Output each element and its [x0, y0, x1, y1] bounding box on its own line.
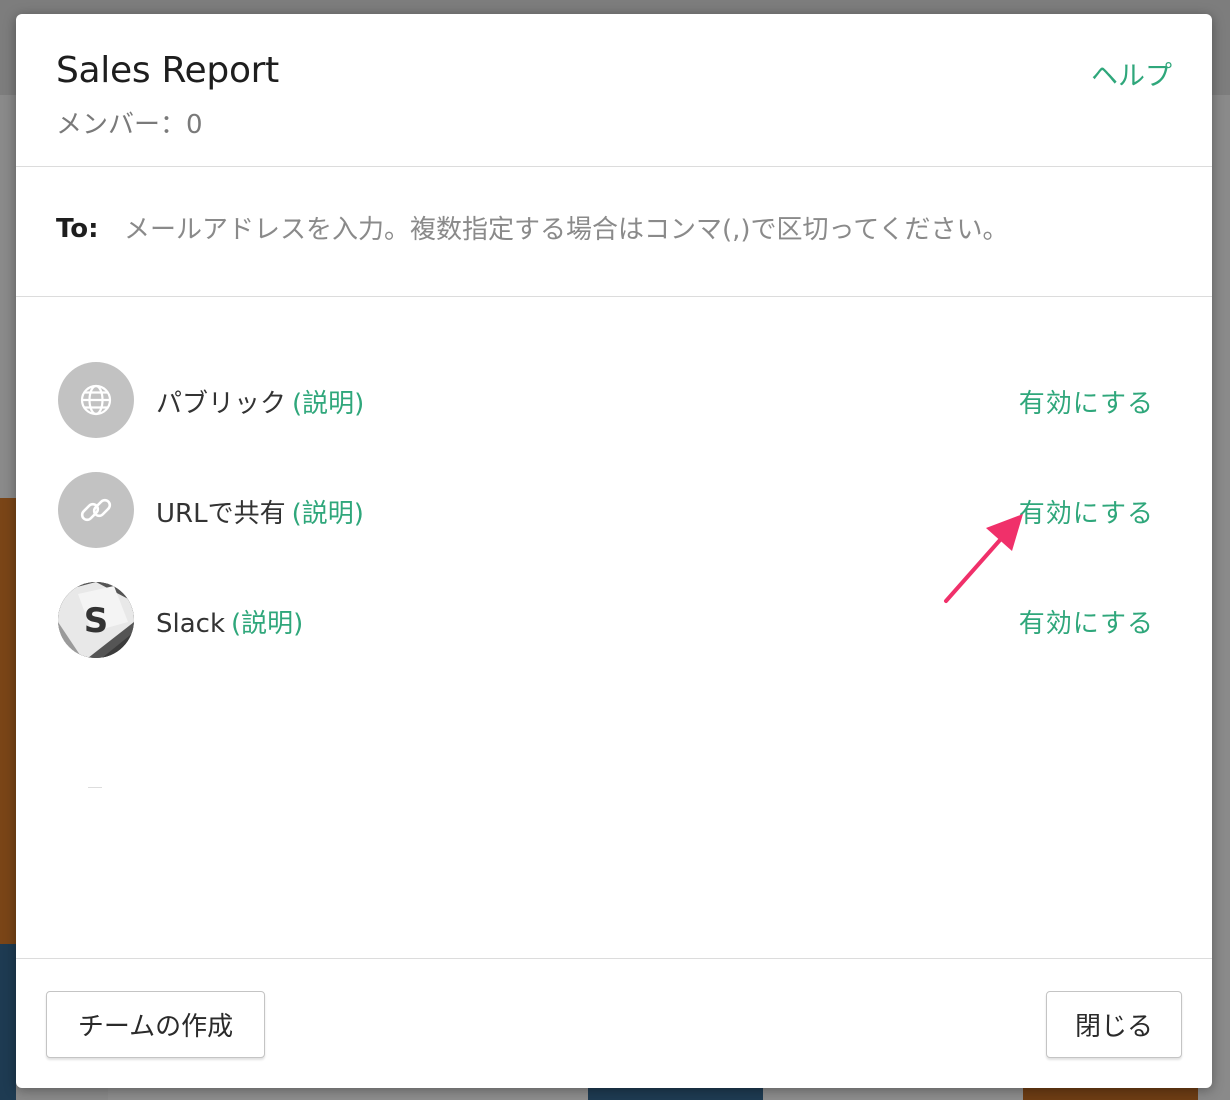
- dialog-header: Sales Report メンバー：0 ヘルプ: [16, 14, 1212, 167]
- share-option-label: URLで共有 (説明): [156, 493, 364, 530]
- globe-icon: [58, 362, 134, 438]
- enable-slack-link[interactable]: 有効にする: [1019, 603, 1154, 640]
- link-icon: [58, 472, 134, 548]
- description-link[interactable]: (説明): [292, 499, 364, 529]
- email-input[interactable]: [124, 205, 1184, 255]
- slack-icon: S: [58, 582, 134, 658]
- member-count: メンバー：0: [56, 110, 203, 140]
- share-option-name: URLで共有: [156, 499, 286, 529]
- share-option-slack: S Slack (説明) 有効にする: [16, 575, 1212, 665]
- backdrop-strip: [0, 498, 16, 944]
- dialog-title: Sales Report: [56, 50, 279, 91]
- share-option-label: Slack (説明): [156, 603, 303, 640]
- share-option-label: パブリック (説明): [156, 383, 364, 420]
- divider-fragment: [88, 787, 102, 788]
- backdrop-strip: [108, 1088, 588, 1100]
- create-team-button[interactable]: チームの作成: [46, 991, 265, 1058]
- share-option-url: URLで共有 (説明) 有効にする: [16, 465, 1212, 555]
- share-option-name: パブリック: [156, 389, 287, 419]
- description-link[interactable]: (説明): [231, 609, 303, 639]
- backdrop-strip: [0, 944, 16, 1100]
- dialog-footer: チームの作成 閉じる: [16, 958, 1212, 1088]
- share-option-public: パブリック (説明) 有効にする: [16, 355, 1212, 445]
- share-option-name: Slack: [156, 609, 226, 639]
- recipient-row: To:: [16, 167, 1212, 297]
- backdrop-strip: [588, 1088, 763, 1100]
- description-link[interactable]: (説明): [292, 389, 364, 419]
- enable-public-link[interactable]: 有効にする: [1019, 383, 1154, 420]
- to-label: To:: [56, 214, 99, 244]
- backdrop-strip: [1023, 1088, 1198, 1100]
- enable-url-link[interactable]: 有効にする: [1019, 493, 1154, 530]
- backdrop-strip: [763, 1088, 1023, 1100]
- help-link[interactable]: ヘルプ: [1091, 54, 1172, 93]
- svg-text:S: S: [84, 601, 109, 641]
- share-dialog: Sales Report メンバー：0 ヘルプ To: パブリック(説明) 有効…: [16, 14, 1212, 1088]
- close-button[interactable]: 閉じる: [1046, 991, 1182, 1058]
